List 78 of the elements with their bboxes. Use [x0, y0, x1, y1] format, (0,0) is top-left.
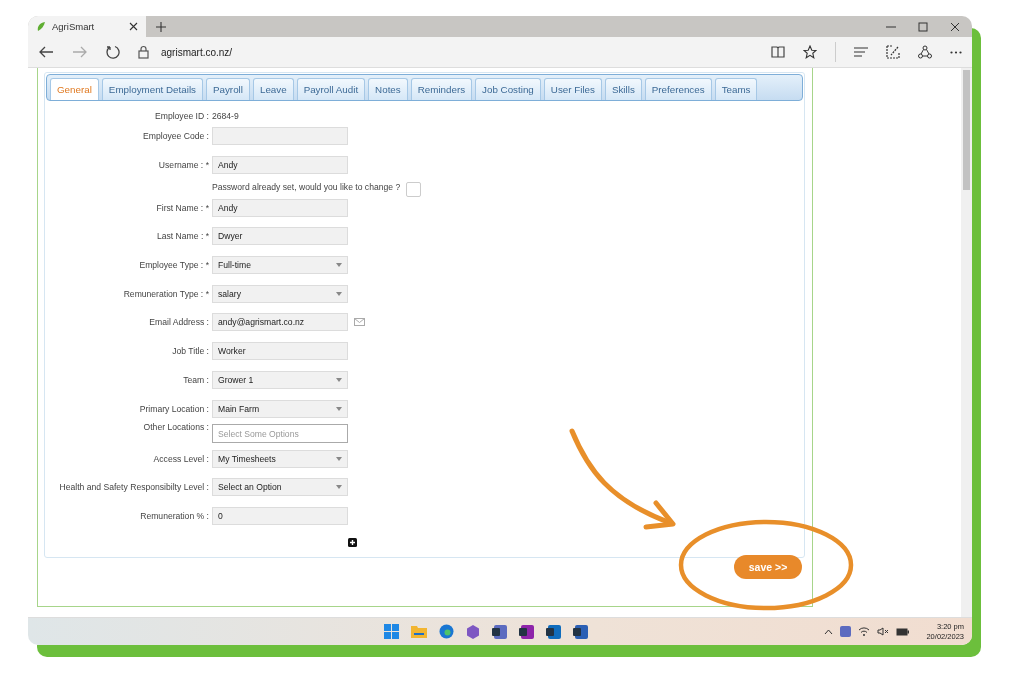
dropdown[interactable]: Main Farm — [212, 399, 348, 418]
tab[interactable]: Job Costing — [475, 78, 541, 100]
field-label: Employee Code : — [142, 131, 209, 141]
tab[interactable]: Notes — [368, 78, 408, 100]
caret-icon — [336, 291, 342, 296]
caret-icon — [336, 263, 342, 268]
input-field[interactable]: 0 — [212, 506, 348, 525]
star-icon[interactable] — [803, 45, 817, 59]
employee-id: 2684-9 — [212, 111, 240, 121]
field-label: Other Locations : — [142, 421, 209, 432]
share-icon[interactable] — [918, 45, 932, 59]
address-field[interactable]: agrismart.co.nz/ — [161, 46, 233, 58]
input-field[interactable]: Worker — [212, 342, 348, 361]
scrollbar[interactable] — [961, 68, 972, 617]
tab[interactable]: Teams — [714, 78, 758, 100]
windows-icon[interactable] — [384, 624, 399, 639]
caret-icon — [336, 456, 342, 461]
list-icon[interactable] — [854, 47, 868, 57]
field-label: Team : — [182, 374, 209, 385]
dropdown[interactable]: Full-time — [212, 256, 348, 275]
back-icon[interactable] — [38, 46, 54, 58]
leaf-icon — [36, 21, 46, 32]
tab[interactable]: Skills — [604, 78, 642, 100]
dropdown[interactable]: salary — [212, 284, 348, 303]
browser-icon[interactable] — [439, 624, 454, 639]
caret-icon — [336, 377, 342, 382]
tab[interactable]: Leave — [252, 78, 294, 100]
field-label: Remuneration Type : * — [122, 288, 209, 299]
muted-speaker-icon[interactable] — [877, 627, 890, 636]
app-icon[interactable] — [492, 624, 507, 639]
field-label: Employee Type : * — [138, 260, 209, 271]
field-label: Employee ID : — [154, 111, 209, 121]
book-icon[interactable] — [771, 46, 785, 58]
field-label: First Name : * — [155, 202, 209, 213]
checkbox[interactable] — [406, 181, 422, 197]
new-tab-icon[interactable] — [156, 21, 166, 32]
tab[interactable]: Payroll — [206, 78, 250, 100]
dropdown[interactable]: My Timesheets — [212, 449, 348, 468]
close-icon[interactable] — [129, 22, 138, 31]
caret-icon — [336, 485, 342, 490]
tab[interactable]: Payroll Audit — [296, 78, 366, 100]
tab[interactable]: Preferences — [644, 78, 712, 100]
refresh-icon[interactable] — [106, 45, 120, 59]
input-field[interactable] — [212, 127, 348, 145]
browser-tab[interactable]: AgriSmart — [28, 16, 146, 37]
folder-icon[interactable] — [411, 625, 427, 638]
field-label: Access Level : — [152, 453, 209, 464]
lock-icon — [138, 45, 149, 59]
tab[interactable]: User Files — [543, 78, 602, 100]
input-field[interactable]: andy@agrismart.co.nz — [212, 313, 348, 332]
checkbox-label: Password already set, would you like to change ? — [212, 181, 401, 192]
app-icon[interactable] — [546, 624, 561, 639]
app-icon[interactable] — [519, 624, 534, 639]
more-icon[interactable] — [950, 50, 962, 54]
chevron-up-icon[interactable] — [824, 628, 834, 635]
field-label: Username : * — [157, 159, 209, 170]
input-field[interactable]: Andy — [212, 155, 348, 174]
input-field[interactable]: Dwyer — [212, 227, 348, 246]
field-label: Email Address : — [148, 317, 209, 328]
field-label: Remuneration % : — [139, 510, 209, 521]
field-label: Health and Safety Responsibilty Level : — [58, 482, 209, 493]
pen-icon[interactable] — [886, 45, 900, 59]
field-label: Job Title : — [171, 346, 209, 357]
dropdown[interactable]: Select an Option — [212, 478, 348, 497]
battery-icon[interactable] — [896, 627, 910, 636]
close-icon[interactable] — [950, 21, 960, 32]
add-icon[interactable] — [348, 537, 357, 547]
maximize-icon[interactable] — [918, 21, 928, 32]
wifi-icon[interactable] — [858, 627, 871, 636]
app-icon[interactable] — [573, 624, 588, 639]
dropdown[interactable]: Grower 1 — [212, 370, 348, 389]
caret-icon — [336, 406, 342, 411]
tab[interactable]: Employment Details — [101, 78, 203, 100]
field-label: Primary Location : — [138, 403, 209, 414]
field-label: Last Name : * — [155, 231, 209, 242]
tab[interactable]: Reminders — [410, 78, 473, 100]
tab-title: AgriSmart — [52, 21, 96, 32]
input-field[interactable]: Andy — [212, 198, 348, 217]
